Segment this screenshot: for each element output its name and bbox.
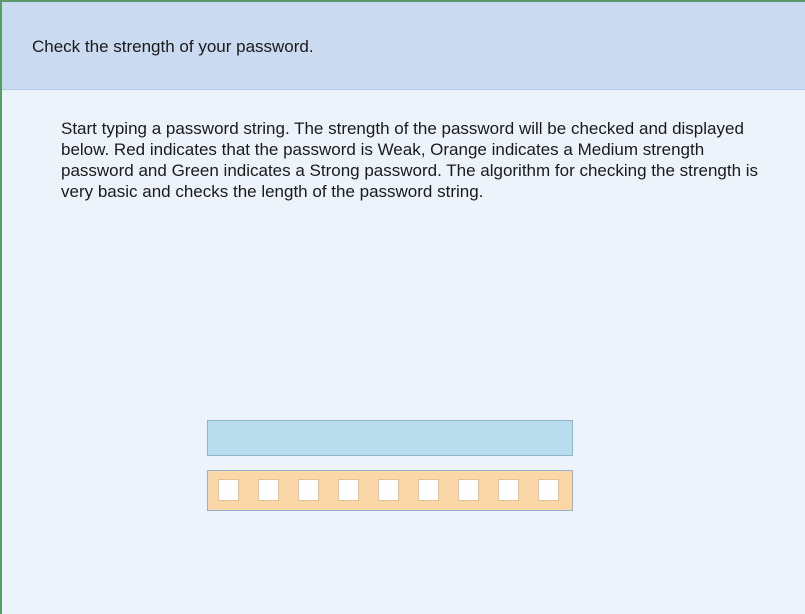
password-input[interactable] [207, 420, 573, 456]
header-bar: Check the strength of your password. [2, 2, 805, 90]
password-strength-window: Check the strength of your password. Sta… [0, 0, 805, 614]
strength-meter [207, 470, 573, 511]
strength-segment [458, 479, 479, 501]
strength-segment [258, 479, 279, 501]
strength-segment [418, 479, 439, 501]
strength-segment [498, 479, 519, 501]
instructions-text: Start typing a password string. The stre… [61, 119, 759, 201]
strength-segment [298, 479, 319, 501]
content-panel: Start typing a password string. The stre… [2, 90, 805, 614]
strength-segment [378, 479, 399, 501]
strength-segment [218, 479, 239, 501]
strength-segment [338, 479, 359, 501]
header-title: Check the strength of your password. [32, 37, 314, 56]
strength-segment [538, 479, 559, 501]
